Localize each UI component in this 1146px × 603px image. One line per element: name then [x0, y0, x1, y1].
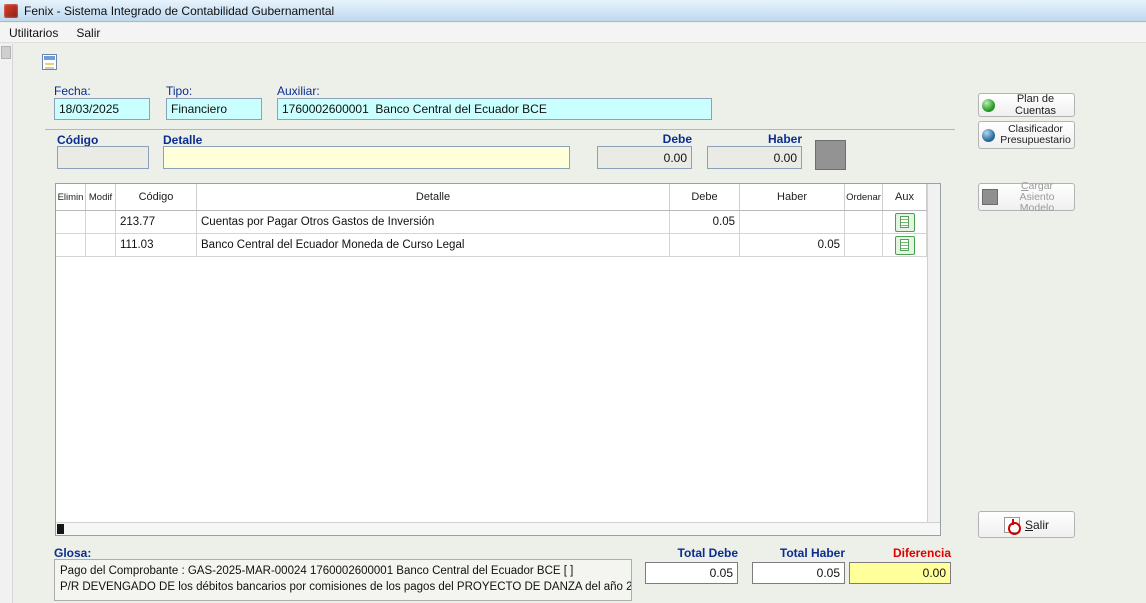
cell-haber: 0.05	[740, 234, 845, 256]
plan-de-cuentas-button[interactable]: Plan de Cuentas	[978, 93, 1075, 117]
exit-icon	[1004, 517, 1020, 533]
plan-de-cuentas-label: Plan de Cuentas	[1000, 93, 1071, 117]
column-header-modif[interactable]: Modif	[86, 184, 116, 210]
glosa-text[interactable]: Pago del Comprobante : GAS-2025-MAR-0002…	[54, 559, 632, 601]
glosa-line-2: P/R DEVENGADO DE los débitos bancarios p…	[60, 579, 626, 595]
cell-codigo: 111.03	[116, 234, 197, 256]
menu-bar: Utilitarios Salir	[0, 23, 1146, 43]
salir-label-rest: alir	[1033, 518, 1049, 532]
cell-modif[interactable]	[86, 211, 116, 233]
window-title: Fenix - Sistema Integrado de Contabilida…	[24, 4, 334, 18]
column-header-ordenar[interactable]: Ordenar	[845, 184, 883, 210]
table-row[interactable]: 111.03 Banco Central del Ecuador Moneda …	[56, 234, 940, 257]
total-haber-label: Total Haber	[752, 546, 845, 560]
menu-salir[interactable]: Salir	[67, 24, 109, 42]
auxiliar-input[interactable]	[277, 98, 712, 120]
cell-debe: 0.05	[670, 211, 740, 233]
note-icon	[900, 239, 909, 251]
tipo-input[interactable]	[166, 98, 262, 120]
column-header-debe[interactable]: Debe	[670, 184, 740, 210]
grid-horizontal-scrollbar-thumb[interactable]	[57, 524, 64, 534]
clasificador-label: Clasificador Presupuestario	[1000, 124, 1071, 146]
cell-ordenar[interactable]	[845, 211, 883, 233]
column-header-haber[interactable]: Haber	[740, 184, 845, 210]
column-header-codigo[interactable]: Código	[116, 184, 197, 210]
cell-aux	[883, 234, 927, 256]
model-entry-icon	[982, 189, 998, 205]
left-scrollbar-thumb[interactable]	[1, 46, 11, 59]
cell-aux	[883, 211, 927, 233]
glosa-line-1: Pago del Comprobante : GAS-2025-MAR-0002…	[60, 563, 626, 579]
separator-line	[45, 129, 955, 130]
salir-label: Salir	[1025, 518, 1049, 532]
auxiliar-label: Auxiliar:	[277, 84, 320, 98]
column-header-detalle[interactable]: Detalle	[197, 184, 670, 210]
cell-modif[interactable]	[86, 234, 116, 256]
aux-detail-button[interactable]	[895, 213, 915, 232]
salir-button[interactable]: Salir	[978, 511, 1075, 538]
cell-haber	[740, 211, 845, 233]
menu-utilitarios[interactable]: Utilitarios	[0, 24, 67, 42]
glosa-label: Glosa:	[54, 546, 91, 560]
cell-debe	[670, 234, 740, 256]
codigo-label: Código	[57, 133, 98, 147]
codigo-input[interactable]	[57, 146, 149, 169]
aux-detail-button[interactable]	[895, 236, 915, 255]
clasificador-presupuestario-button[interactable]: Clasificador Presupuestario	[978, 121, 1075, 149]
fecha-input[interactable]	[54, 98, 150, 120]
entry-action-button[interactable]	[815, 140, 846, 170]
application-window: Fenix - Sistema Integrado de Contabilida…	[0, 0, 1146, 603]
diferencia-label: Diferencia	[849, 546, 951, 560]
debe-label: Debe	[597, 132, 692, 146]
left-scrollbar[interactable]	[0, 44, 13, 603]
column-header-aux[interactable]: Aux	[883, 184, 927, 210]
salir-label-accel: S	[1025, 518, 1033, 532]
detalle-input[interactable]	[163, 146, 570, 169]
detalle-label: Detalle	[163, 133, 202, 147]
haber-input[interactable]	[707, 146, 802, 169]
grid-vertical-scrollbar[interactable]	[927, 184, 940, 522]
total-haber-value[interactable]	[752, 562, 845, 584]
cell-ordenar[interactable]	[845, 234, 883, 256]
debe-input[interactable]	[597, 146, 692, 169]
table-row[interactable]: 213.77 Cuentas por Pagar Otros Gastos de…	[56, 211, 940, 234]
cell-codigo: 213.77	[116, 211, 197, 233]
cargar-asiento-modelo-button[interactable]: Cargar Asiento Modelo	[978, 183, 1075, 211]
grid-horizontal-scrollbar[interactable]	[56, 522, 940, 535]
cell-detalle: Banco Central del Ecuador Moneda de Curs…	[197, 234, 670, 256]
cell-detalle: Cuentas por Pagar Otros Gastos de Invers…	[197, 211, 670, 233]
fecha-label: Fecha:	[54, 84, 91, 98]
entries-grid: Elimin Modif Código Detalle Debe Haber O…	[55, 183, 941, 536]
haber-label: Haber	[707, 132, 802, 146]
title-bar: Fenix - Sistema Integrado de Contabilida…	[0, 0, 1146, 22]
cell-elimin[interactable]	[56, 211, 86, 233]
total-debe-value[interactable]	[645, 562, 738, 584]
green-sphere-icon	[982, 99, 995, 112]
column-header-elimin[interactable]: Elimin	[56, 184, 86, 210]
blue-sphere-icon	[982, 129, 995, 142]
cargar-label: Cargar Asiento Modelo	[1003, 181, 1071, 214]
total-debe-label: Total Debe	[645, 546, 738, 560]
grid-header: Elimin Modif Código Detalle Debe Haber O…	[56, 184, 940, 211]
diferencia-value[interactable]	[849, 562, 951, 584]
tipo-label: Tipo:	[166, 84, 192, 98]
note-icon	[900, 216, 909, 228]
app-icon	[4, 4, 18, 18]
cell-elimin[interactable]	[56, 234, 86, 256]
document-icon[interactable]	[42, 54, 57, 70]
